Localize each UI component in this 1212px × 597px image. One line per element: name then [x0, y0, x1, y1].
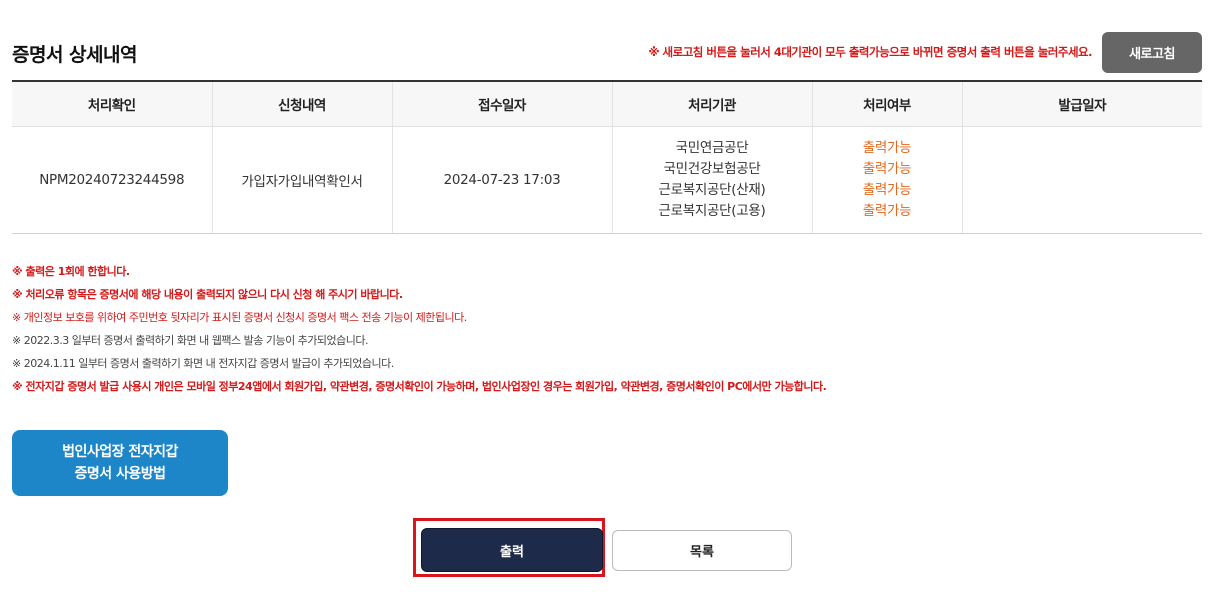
agency-name: 국민연금공단 — [675, 140, 749, 156]
cell-statuses: 출력가능 출력가능 출력가능 출력가능 — [811, 126, 962, 234]
guide-button-line2: 증명서 사용방법 — [74, 466, 166, 482]
table-header-row: 처리확인 신청내역 접수일자 처리기관 처리여부 발급일자 — [12, 80, 1202, 127]
notice-list: ※ 출력은 1회에 한합니다. ※ 처리오류 항목은 증명서에 해당 내용이 출… — [12, 260, 827, 398]
agency-name: 근로복지공단(고용) — [658, 203, 766, 219]
refresh-button[interactable]: 새로고침 — [1102, 32, 1202, 73]
notice-item: ※ 2024.1.11 일부터 증명서 출력하기 화면 내 전자지갑 증명서 발… — [12, 357, 394, 370]
column-header-request: 신청내역 — [211, 80, 392, 127]
notice-item: ※ 출력은 1회에 한합니다. — [12, 265, 130, 278]
notice-item: ※ 개인정보 보호를 위하여 주민번호 뒷자리가 표시된 증명서 신청시 증명서… — [12, 311, 467, 324]
column-header-issued: 발급일자 — [961, 80, 1202, 127]
notice-item: ※ 2022.3.3 일부터 증명서 출력하기 화면 내 웹팩스 발송 기능이 … — [12, 334, 369, 347]
certificate-detail-table: 처리확인 신청내역 접수일자 처리기관 처리여부 발급일자 NPM2024072… — [12, 80, 1202, 234]
agency-name: 근로복지공단(산재) — [658, 182, 766, 198]
guide-button-line1: 법인사업장 전자지갑 — [62, 444, 178, 460]
page-title: 증명서 상세내역 — [12, 44, 137, 66]
list-button[interactable]: 목록 — [612, 530, 792, 571]
cell-request: 가입자가입내역확인서 — [211, 126, 392, 234]
notice-item: ※ 전자지갑 증명서 발급 사용시 개인은 모바일 정부24앱에서 회원가입, … — [12, 380, 827, 393]
cell-agencies: 국민연금공단 국민건강보험공단 근로복지공단(산재) 근로복지공단(고용) — [611, 126, 812, 234]
table-row: NPM20240723244598 가입자가입내역확인서 2024-07-23 … — [12, 126, 1202, 234]
column-header-confirm: 처리확인 — [12, 80, 212, 127]
status-text: 출력가능 — [862, 203, 912, 219]
status-text: 출력가능 — [862, 182, 912, 198]
refresh-notice: ※ 새로고침 버튼을 눌러서 4대기관이 모두 출력가능으로 바뀌면 증명서 출… — [648, 45, 1092, 59]
wallet-guide-button[interactable]: 법인사업장 전자지갑 증명서 사용방법 — [12, 430, 228, 496]
status-text: 출력가능 — [862, 140, 912, 156]
cell-received-date: 2024-07-23 17:03 — [391, 126, 612, 234]
column-header-received: 접수일자 — [391, 80, 612, 127]
column-header-agency: 처리기관 — [611, 80, 812, 127]
agency-name: 국민건강보험공단 — [663, 161, 761, 177]
status-text: 출력가능 — [862, 161, 912, 177]
print-button[interactable]: 출력 — [421, 528, 603, 572]
cell-confirm-number: NPM20240723244598 — [12, 126, 212, 234]
column-header-status: 처리여부 — [811, 80, 962, 127]
notice-item: ※ 처리오류 항목은 증명서에 해당 내용이 출력되지 않으니 다시 신청 해 … — [12, 288, 403, 301]
cell-issued-date — [961, 126, 1202, 234]
